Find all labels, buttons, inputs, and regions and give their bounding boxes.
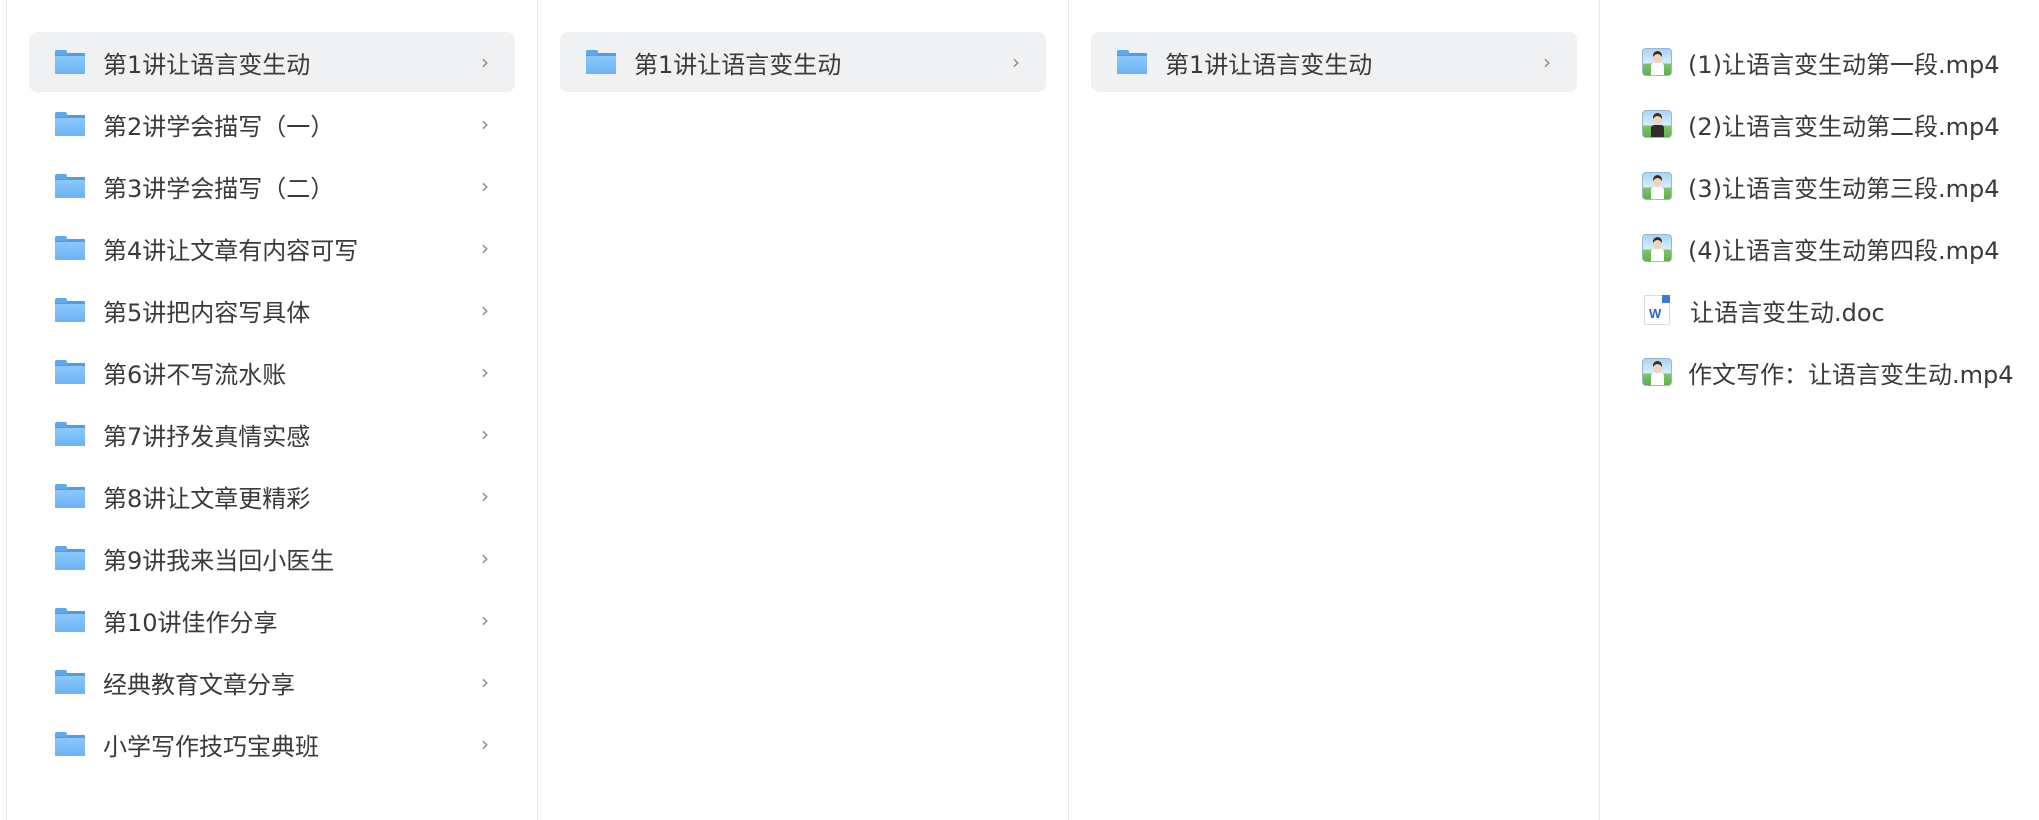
file-row[interactable]: (2)让语言变生动第二段.mp4 [1642, 94, 2017, 154]
folder-label: 第1讲让语言变生动 [103, 50, 311, 79]
folder-icon [55, 546, 85, 570]
folder-row[interactable]: 第2讲学会描写（一） › [29, 94, 515, 154]
folder-row[interactable]: 第4讲让文章有内容可写 › [29, 218, 515, 278]
file-column: (1)让语言变生动第一段.mp4 (2)让语言变生动第二段.mp4 (3)让语言… [1599, 0, 2039, 820]
column-3: 第1讲让语言变生动 › [1068, 0, 1599, 820]
column-2: 第1讲让语言变生动 › [537, 0, 1068, 820]
video-thumbnail-icon [1642, 234, 1672, 262]
folder-row[interactable]: 第10讲佳作分享 › [29, 590, 515, 650]
folder-label: 第5讲把内容写具体 [103, 298, 311, 327]
folder-icon [1117, 50, 1147, 74]
chevron-right-icon: › [1543, 50, 1551, 74]
column-browser: 第1讲让语言变生动 › 第2讲学会描写（一） › 第3讲学会描写（二） › 第4… [0, 0, 2039, 820]
file-row[interactable]: W 让语言变生动.doc [1642, 280, 2017, 340]
folder-label: 第10讲佳作分享 [103, 608, 278, 637]
word-doc-icon: W [1644, 295, 1670, 325]
chevron-right-icon: › [481, 422, 489, 446]
file-name: (3)让语言变生动第三段.mp4 [1688, 174, 2000, 203]
chevron-right-icon: › [481, 174, 489, 198]
folder-row[interactable]: 第9讲我来当回小医生 › [29, 528, 515, 588]
file-row[interactable]: (4)让语言变生动第四段.mp4 [1642, 218, 2017, 278]
folder-icon [55, 608, 85, 632]
chevron-right-icon: › [481, 298, 489, 322]
chevron-right-icon: › [481, 670, 489, 694]
folder-label: 第7讲抒发真情实感 [103, 422, 311, 451]
folder-row[interactable]: 经典教育文章分享 › [29, 652, 515, 712]
folder-label: 第1讲让语言变生动 [634, 50, 842, 79]
folder-label: 第3讲学会描写（二） [103, 174, 335, 203]
folder-label: 第2讲学会描写（一） [103, 112, 335, 141]
file-name: (1)让语言变生动第一段.mp4 [1688, 50, 2000, 79]
folder-icon [55, 360, 85, 384]
folder-icon [586, 50, 616, 74]
folder-row[interactable]: 第1讲让语言变生动 › [560, 32, 1046, 92]
folder-icon [55, 484, 85, 508]
chevron-right-icon: › [481, 236, 489, 260]
file-name: 让语言变生动.doc [1690, 298, 1885, 327]
chevron-right-icon: › [481, 360, 489, 384]
folder-row[interactable]: 第1讲让语言变生动 › [1091, 32, 1577, 92]
folder-icon [55, 298, 85, 322]
folder-label: 第6讲不写流水账 [103, 360, 287, 389]
folder-icon [55, 732, 85, 756]
folder-icon [55, 236, 85, 260]
folder-label: 第1讲让语言变生动 [1165, 50, 1373, 79]
chevron-right-icon: › [481, 484, 489, 508]
folder-label: 第9讲我来当回小医生 [103, 546, 335, 575]
folder-row[interactable]: 第1讲让语言变生动 › [29, 32, 515, 92]
folder-row[interactable]: 第7讲抒发真情实感 › [29, 404, 515, 464]
folder-row[interactable]: 第8讲让文章更精彩 › [29, 466, 515, 526]
chevron-right-icon: › [1012, 50, 1020, 74]
folder-icon [55, 422, 85, 446]
folder-row[interactable]: 第5讲把内容写具体 › [29, 280, 515, 340]
folder-label: 经典教育文章分享 [103, 670, 295, 699]
video-thumbnail-icon [1642, 172, 1672, 200]
folder-row[interactable]: 第6讲不写流水账 › [29, 342, 515, 402]
file-row[interactable]: (3)让语言变生动第三段.mp4 [1642, 156, 2017, 216]
chevron-right-icon: › [481, 608, 489, 632]
folder-label: 第8讲让文章更精彩 [103, 484, 311, 513]
folder-icon [55, 50, 85, 74]
video-thumbnail-icon [1642, 48, 1672, 76]
folder-icon [55, 670, 85, 694]
folder-row[interactable]: 小学写作技巧宝典班 › [29, 714, 515, 774]
file-row[interactable]: (1)让语言变生动第一段.mp4 [1642, 32, 2017, 92]
folder-icon [55, 112, 85, 136]
chevron-right-icon: › [481, 112, 489, 136]
folder-row[interactable]: 第3讲学会描写（二） › [29, 156, 515, 216]
chevron-right-icon: › [481, 50, 489, 74]
file-name: (4)让语言变生动第四段.mp4 [1688, 236, 2000, 265]
chevron-right-icon: › [481, 546, 489, 570]
chevron-right-icon: › [481, 732, 489, 756]
folder-label: 小学写作技巧宝典班 [103, 732, 319, 761]
folder-icon [55, 174, 85, 198]
file-name: (2)让语言变生动第二段.mp4 [1688, 112, 2000, 141]
folder-label: 第4讲让文章有内容可写 [103, 236, 359, 265]
column-1: 第1讲让语言变生动 › 第2讲学会描写（一） › 第3讲学会描写（二） › 第4… [6, 0, 537, 820]
video-thumbnail-icon [1642, 358, 1672, 386]
file-row[interactable]: 作文写作：让语言变生动.mp4 [1642, 342, 2017, 402]
video-thumbnail-icon [1642, 110, 1672, 138]
file-name: 作文写作：让语言变生动.mp4 [1688, 360, 2014, 389]
